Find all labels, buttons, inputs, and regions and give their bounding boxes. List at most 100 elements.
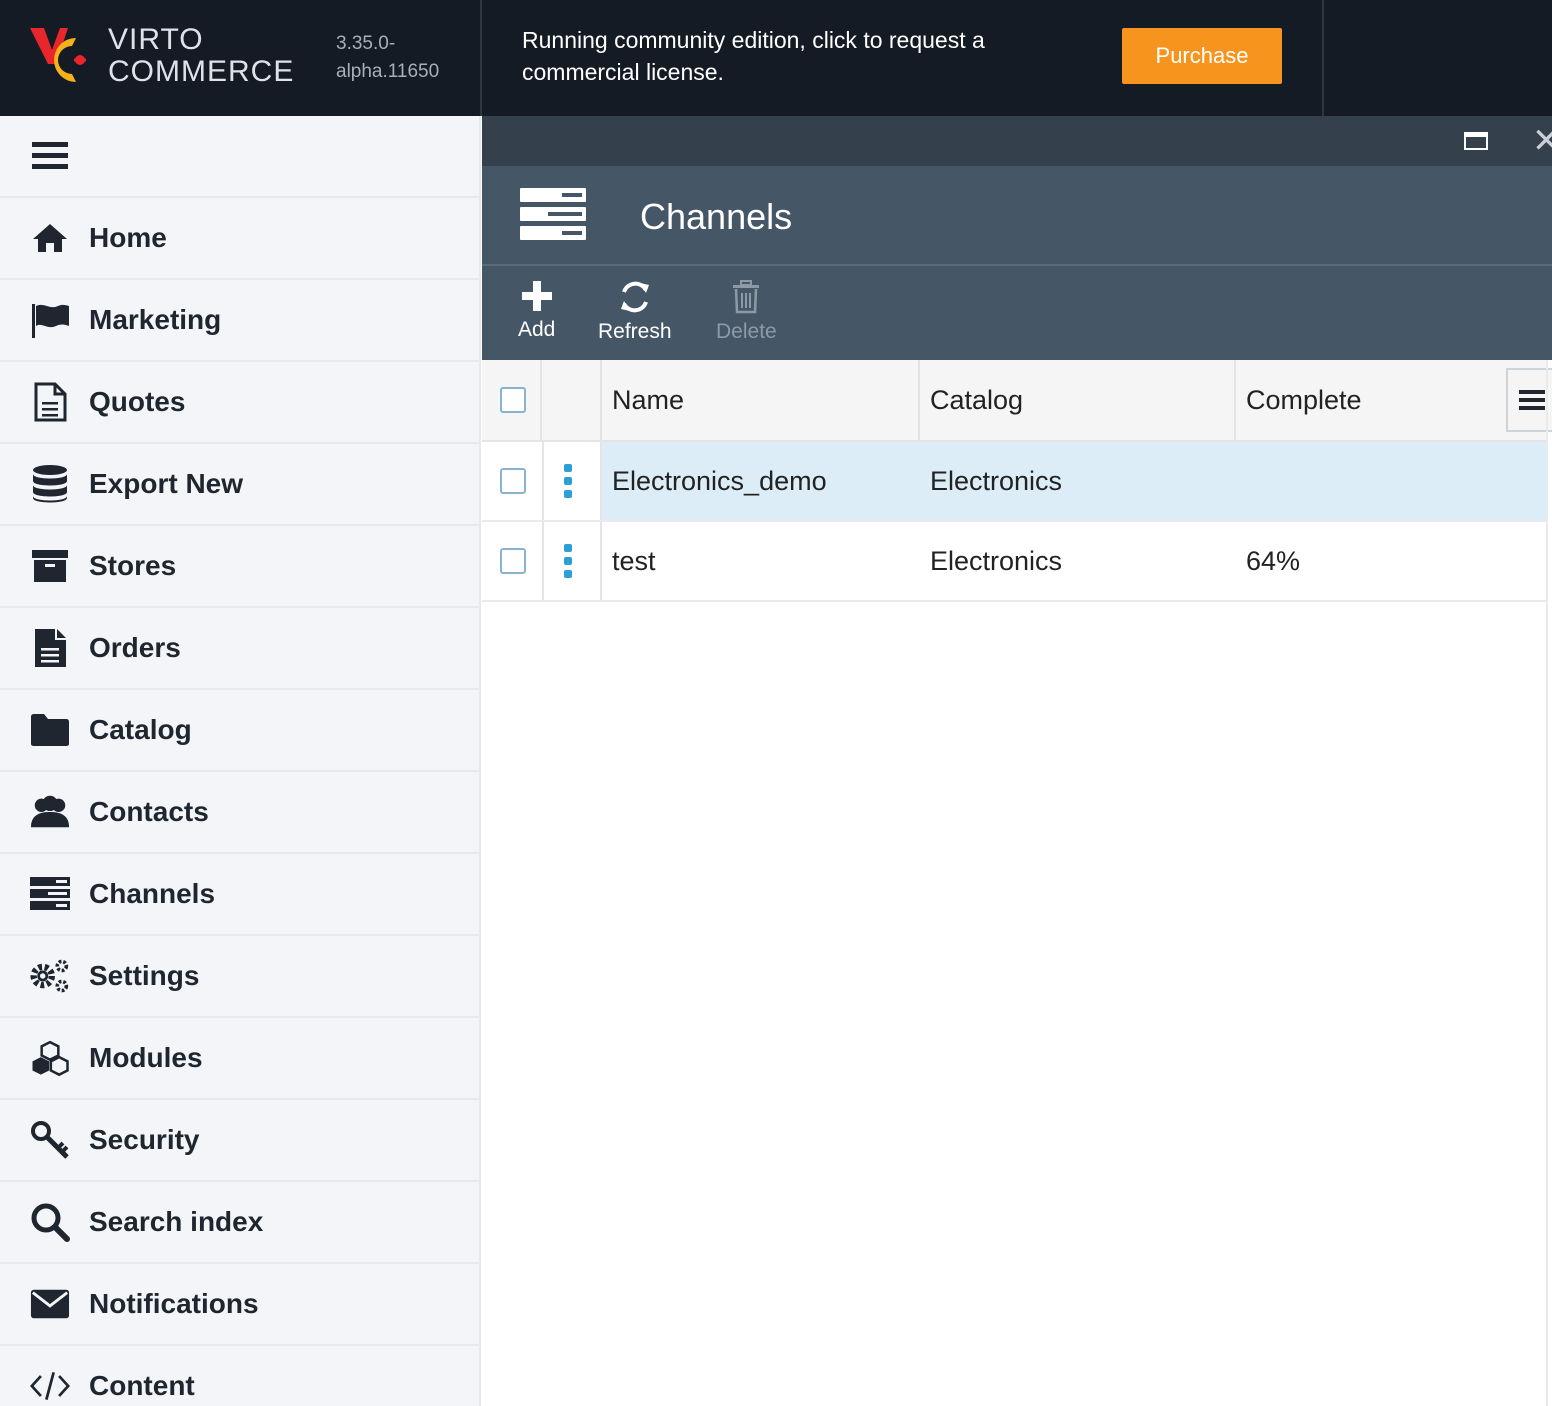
close-icon[interactable]: ✕ (1532, 124, 1552, 158)
sidebar-item-home[interactable]: Home (0, 198, 479, 280)
cell-complete: 64% (1246, 545, 1301, 576)
sidebar-item-label: Security (89, 1124, 200, 1155)
sidebar-item-label: Settings (89, 960, 200, 991)
sidebar-item-stores[interactable]: Stores (0, 526, 479, 608)
server-icon (30, 874, 70, 914)
sidebar-item-catalog[interactable]: Catalog (0, 690, 479, 772)
column-divider (1234, 360, 1236, 440)
topbar-divider (480, 0, 482, 116)
logo[interactable]: VIRTO COMMERCE 3.35.0- alpha.11650 (0, 0, 480, 116)
column-divider (542, 442, 544, 520)
key-icon (30, 1120, 70, 1160)
delete-label: Delete (716, 320, 777, 343)
row-actions-button[interactable] (564, 442, 572, 520)
version-line-1: 3.35.0- (336, 33, 396, 54)
sidebar-item-label: Marketing (89, 304, 222, 335)
cell-name: test (612, 545, 656, 576)
file-text-icon (30, 628, 70, 668)
row-checkbox[interactable] (500, 548, 526, 574)
column-header-catalog[interactable]: Catalog (930, 360, 1023, 440)
hamburger-icon (1519, 390, 1545, 410)
cell-catalog: Electronics (930, 465, 1063, 496)
row-select-cell (500, 442, 526, 520)
delete-button[interactable]: Delete (716, 280, 777, 344)
sidebar-item-contacts[interactable]: Contacts (0, 772, 479, 854)
row-actions-button[interactable] (564, 522, 572, 600)
sidebar-item-marketing[interactable]: Marketing (0, 280, 479, 362)
sidebar-item-channels[interactable]: Channels (0, 854, 479, 936)
menu-toggle-button[interactable] (0, 116, 479, 198)
cell-name: Electronics_demo (612, 465, 827, 496)
table-row[interactable]: Electronics_demo Electronics (482, 442, 1548, 522)
refresh-label: Refresh (598, 320, 672, 343)
sidebar-item-security[interactable]: Security (0, 1100, 479, 1182)
sidebar-item-settings[interactable]: Settings (0, 936, 479, 1018)
hamburger-icon (32, 142, 68, 169)
trash-icon (733, 280, 760, 314)
users-icon (30, 792, 70, 832)
kebab-menu-icon (564, 544, 572, 578)
sidebar-item-label: Orders (89, 632, 181, 663)
code-icon (30, 1366, 70, 1406)
version-line-2: alpha.11650 (336, 61, 440, 82)
table-row[interactable]: test Electronics 64% (482, 522, 1548, 602)
sidebar-item-label: Modules (89, 1042, 203, 1073)
plus-icon (521, 281, 552, 311)
sidebar-item-notifications[interactable]: Notifications (0, 1264, 479, 1346)
channels-blade: ✕ Channels Add Refresh Delete Name Catal… (482, 116, 1552, 1406)
folder-icon (30, 710, 70, 750)
column-divider (600, 522, 602, 600)
envelope-icon (30, 1284, 70, 1324)
license-notice[interactable]: Running community edition, click to requ… (522, 24, 1082, 88)
select-all-checkbox[interactable] (500, 387, 526, 413)
sidebar-item-content[interactable]: Content (0, 1346, 479, 1406)
cubes-icon (30, 1038, 70, 1078)
kebab-menu-icon (564, 464, 572, 498)
maximize-icon[interactable] (1464, 132, 1488, 150)
refresh-button[interactable]: Refresh (598, 280, 672, 344)
logo-text: VIRTO COMMERCE (108, 24, 294, 88)
sidebar-item-search-index[interactable]: Search index (0, 1182, 479, 1264)
sidebar-item-label: Home (89, 222, 167, 253)
sidebar-item-orders[interactable]: Orders (0, 608, 479, 690)
top-bar: VIRTO COMMERCE 3.35.0- alpha.11650 Runni… (0, 0, 1552, 116)
archive-icon (30, 546, 70, 586)
channels-grid: Name Catalog Complete Electronics_demo E… (482, 360, 1552, 602)
column-divider (540, 360, 542, 440)
sidebar-item-label: Stores (89, 550, 177, 581)
sidebar-item-label: Quotes (89, 386, 186, 417)
column-divider (918, 360, 920, 440)
add-button[interactable]: Add (518, 280, 555, 342)
sidebar-item-export-new[interactable]: Export New (0, 444, 479, 526)
sidebar-item-label: Content (89, 1370, 195, 1401)
cell-catalog: Electronics (930, 545, 1063, 576)
version-label: 3.35.0- alpha.11650 (336, 30, 439, 86)
blade-toolbar: Add Refresh Delete (482, 266, 1552, 360)
row-checkbox[interactable] (500, 468, 526, 494)
blade-window-bar: ✕ (482, 116, 1552, 166)
home-icon (30, 218, 70, 258)
logo-line-commerce: COMMERCE (108, 55, 295, 88)
refresh-icon (620, 281, 649, 313)
add-label: Add (518, 318, 556, 341)
database-icon (30, 464, 70, 504)
logo-line-virto: VIRTO (108, 23, 204, 56)
sidebar-item-label: Catalog (89, 714, 192, 745)
document-icon (30, 382, 70, 422)
blade-right-border (1546, 360, 1548, 1406)
column-header-complete[interactable]: Complete (1246, 360, 1362, 440)
column-divider (542, 522, 544, 600)
purchase-button[interactable]: Purchase (1122, 28, 1282, 84)
column-header-name[interactable]: Name (612, 360, 684, 440)
blade-title: Channels (640, 196, 793, 237)
blade-header: Channels (482, 166, 1552, 266)
sidebar-item-quotes[interactable]: Quotes (0, 362, 479, 444)
select-all-cell (500, 360, 526, 440)
sidebar-item-label: Contacts (89, 796, 209, 827)
gears-icon (30, 956, 70, 996)
virto-logo-icon (30, 28, 86, 82)
sidebar-item-modules[interactable]: Modules (0, 1018, 479, 1100)
sidebar-item-label: Channels (89, 878, 216, 909)
column-divider (600, 360, 602, 440)
row-select-cell (500, 522, 526, 600)
